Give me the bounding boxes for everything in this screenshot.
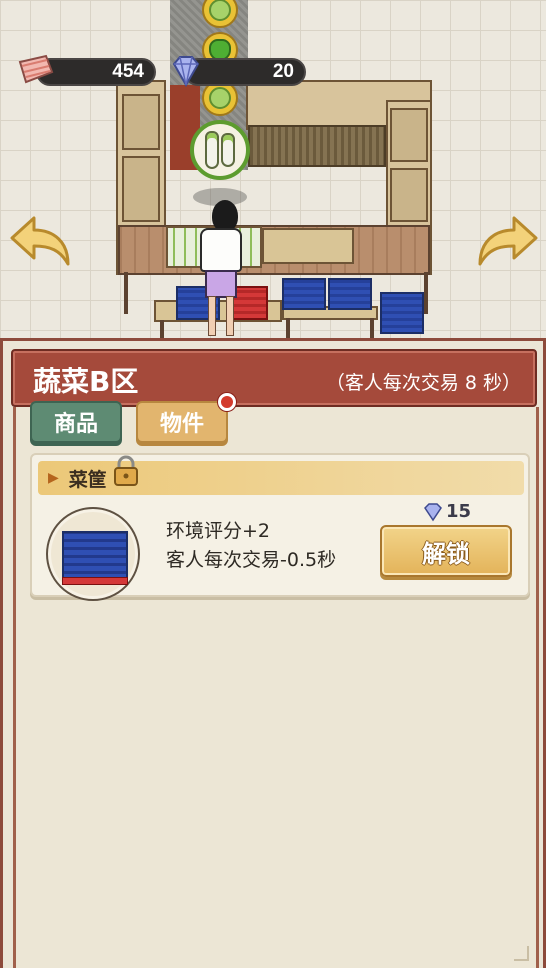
side-table	[262, 228, 354, 264]
item-name: 菜筐	[68, 468, 107, 491]
panel-header: 蔬菜B区 （客人每次交易 8 秒）	[11, 349, 537, 407]
notification-badge	[218, 393, 236, 411]
meat-counter: 454	[36, 58, 156, 86]
table-leg	[370, 318, 374, 338]
unlock-cost-value: 15	[446, 501, 472, 522]
lock-icon	[114, 455, 138, 486]
table-leg	[286, 318, 290, 338]
item-description: 环境评分+2 客人每次交易-0.5秒	[166, 517, 336, 575]
chevron-right-icon: ▶	[48, 470, 59, 486]
item-card-header: ▶ 菜筐	[38, 461, 524, 495]
table-leg	[160, 320, 164, 338]
curved-arrow-right-icon[interactable]	[474, 212, 540, 270]
game-scene[interactable]: 454 20	[0, 0, 546, 340]
item-effect-time: 客人每次交易-0.5秒	[166, 549, 337, 571]
table-leg	[424, 272, 428, 314]
stall-panel: 蔬菜B区 （客人每次交易 8 秒） 商品 物件 ▶ 菜筐 环境评分+2 客人每次…	[0, 338, 546, 968]
blue-crate[interactable]	[282, 278, 326, 310]
tab-items-label: 物件	[159, 412, 204, 437]
customer-body	[200, 228, 242, 272]
blue-crate[interactable]	[328, 278, 372, 310]
crate-image	[62, 531, 128, 581]
customer-leg	[226, 296, 234, 336]
radish-icon[interactable]	[190, 120, 250, 180]
unlock-button-label: 解锁	[422, 539, 470, 568]
meat-icon	[18, 54, 54, 84]
diamond-icon	[172, 56, 200, 88]
unlock-cost: 15	[422, 501, 471, 522]
corner-ornament-icon	[514, 946, 529, 961]
panel-title: 蔬菜B区	[33, 365, 139, 398]
item-effect-score: 环境评分+2	[166, 520, 271, 542]
unlock-button[interactable]: 解锁	[380, 525, 512, 577]
tab-goods-label: 商品	[53, 412, 98, 437]
right-shelf-panel	[390, 108, 428, 162]
crate-image-base	[62, 577, 128, 585]
table-leg	[124, 272, 128, 314]
diamond-icon	[424, 502, 442, 521]
curved-arrow-left-icon[interactable]	[8, 212, 74, 270]
panel-content: 商品 物件 ▶ 菜筐 环境评分+2 客人每次交易-0.5秒 15 解锁	[13, 393, 539, 968]
right-shelf-panel	[390, 168, 428, 222]
meat-count: 454	[112, 61, 144, 82]
slatted-counter	[248, 125, 386, 167]
blue-crate[interactable]	[380, 292, 424, 334]
item-thumbnail	[46, 507, 140, 601]
item-card[interactable]: ▶ 菜筐 环境评分+2 客人每次交易-0.5秒 15 解锁	[30, 453, 530, 601]
left-shelf-panel	[122, 94, 160, 150]
gem-count: 20	[272, 61, 294, 82]
customer-shorts	[205, 270, 237, 298]
panel-subtitle: （客人每次交易 8 秒）	[325, 372, 521, 394]
tab-items[interactable]: 物件	[136, 401, 228, 443]
customer-leg	[208, 296, 216, 336]
tab-goods[interactable]: 商品	[30, 401, 122, 443]
left-shelf-panel	[122, 156, 160, 222]
